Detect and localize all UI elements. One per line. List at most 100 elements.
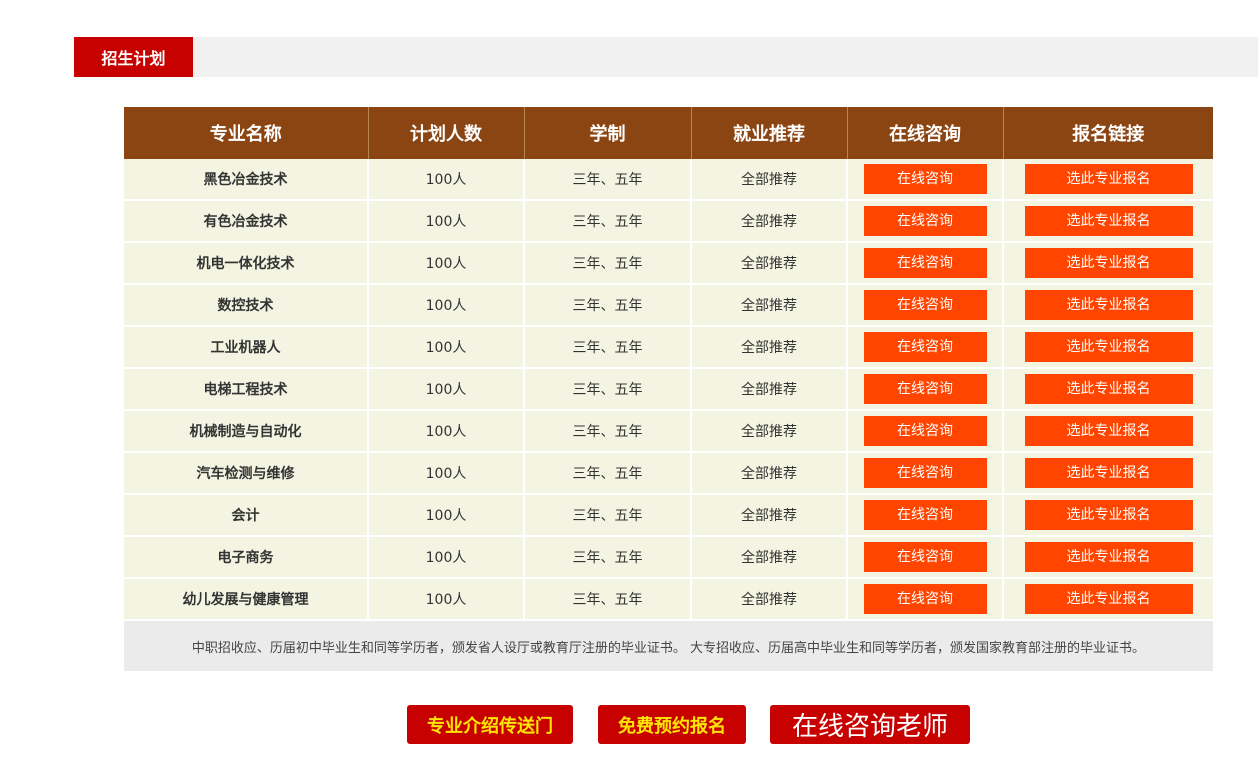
header-consult: 在线咨询 <box>847 107 1004 159</box>
cell-signup: 选此专业报名 <box>1003 494 1213 537</box>
header-employment: 就业推荐 <box>691 107 848 159</box>
consult-button[interactable]: 在线咨询 <box>863 374 987 404</box>
cell-consult: 在线咨询 <box>847 410 1004 453</box>
consult-button[interactable]: 在线咨询 <box>863 206 987 236</box>
cell-planned-count: 100人 <box>368 242 525 285</box>
signup-button[interactable]: 选此专业报名 <box>1024 374 1193 404</box>
consult-button[interactable]: 在线咨询 <box>863 332 987 362</box>
cell-consult: 在线咨询 <box>847 536 1004 579</box>
table-row: 幼儿发展与健康管理 100人 三年、五年 全部推荐 在线咨询 选此专业报名 <box>124 578 1213 621</box>
cell-planned-count: 100人 <box>368 494 525 537</box>
cell-employment: 全部推荐 <box>691 326 848 369</box>
cell-consult: 在线咨询 <box>847 284 1004 327</box>
cell-planned-count: 100人 <box>368 326 525 369</box>
section-header: 招生计划 <box>74 37 1258 77</box>
cell-major-name: 有色冶金技术 <box>124 200 369 243</box>
consult-button[interactable]: 在线咨询 <box>863 458 987 488</box>
header-major-name: 专业名称 <box>124 107 369 159</box>
cell-consult: 在线咨询 <box>847 200 1004 243</box>
header-duration: 学制 <box>524 107 692 159</box>
cell-duration: 三年、五年 <box>524 159 692 201</box>
cell-signup: 选此专业报名 <box>1003 368 1213 411</box>
signup-button[interactable]: 选此专业报名 <box>1024 542 1193 572</box>
cell-major-name: 黑色冶金技术 <box>124 159 369 201</box>
signup-button[interactable]: 选此专业报名 <box>1024 458 1193 488</box>
cell-planned-count: 100人 <box>368 284 525 327</box>
certificate-note: 中职招收应、历届初中毕业生和同等学历者，颁发省人设厅或教育厅注册的毕业证书。 大… <box>124 621 1213 671</box>
cell-signup: 选此专业报名 <box>1003 578 1213 621</box>
cell-employment: 全部推荐 <box>691 410 848 453</box>
table-header-row: 专业名称 计划人数 学制 就业推荐 在线咨询 报名链接 <box>124 107 1213 159</box>
consult-teacher-button[interactable]: 在线咨询老师 <box>770 705 970 744</box>
signup-button[interactable]: 选此专业报名 <box>1024 416 1193 446</box>
cell-signup: 选此专业报名 <box>1003 536 1213 579</box>
cell-major-name: 电梯工程技术 <box>124 368 369 411</box>
table-row: 会计 100人 三年、五年 全部推荐 在线咨询 选此专业报名 <box>124 494 1213 537</box>
cell-employment: 全部推荐 <box>691 242 848 285</box>
header-planned-count: 计划人数 <box>368 107 525 159</box>
cell-planned-count: 100人 <box>368 410 525 453</box>
consult-button[interactable]: 在线咨询 <box>863 500 987 530</box>
cell-signup: 选此专业报名 <box>1003 452 1213 495</box>
signup-button[interactable]: 选此专业报名 <box>1024 290 1193 320</box>
cell-duration: 三年、五年 <box>524 200 692 243</box>
cell-major-name: 机电一体化技术 <box>124 242 369 285</box>
cell-duration: 三年、五年 <box>524 536 692 579</box>
cell-signup: 选此专业报名 <box>1003 242 1213 285</box>
table-row: 电梯工程技术 100人 三年、五年 全部推荐 在线咨询 选此专业报名 <box>124 368 1213 411</box>
cell-planned-count: 100人 <box>368 200 525 243</box>
cell-employment: 全部推荐 <box>691 368 848 411</box>
cell-signup: 选此专业报名 <box>1003 200 1213 243</box>
section-tab-enrollment-plan: 招生计划 <box>74 37 193 77</box>
cell-consult: 在线咨询 <box>847 578 1004 621</box>
consult-button[interactable]: 在线咨询 <box>863 584 987 614</box>
table-row: 机电一体化技术 100人 三年、五年 全部推荐 在线咨询 选此专业报名 <box>124 242 1213 285</box>
table-row: 黑色冶金技术 100人 三年、五年 全部推荐 在线咨询 选此专业报名 <box>124 159 1213 201</box>
cell-major-name: 数控技术 <box>124 284 369 327</box>
cell-employment: 全部推荐 <box>691 159 848 201</box>
cell-signup: 选此专业报名 <box>1003 159 1213 201</box>
consult-button[interactable]: 在线咨询 <box>863 290 987 320</box>
consult-button[interactable]: 在线咨询 <box>863 416 987 446</box>
cell-major-name: 工业机器人 <box>124 326 369 369</box>
signup-button[interactable]: 选此专业报名 <box>1024 206 1193 236</box>
consult-button[interactable]: 在线咨询 <box>863 542 987 572</box>
cell-consult: 在线咨询 <box>847 159 1004 201</box>
cell-duration: 三年、五年 <box>524 284 692 327</box>
cell-employment: 全部推荐 <box>691 284 848 327</box>
cell-planned-count: 100人 <box>368 536 525 579</box>
cell-planned-count: 100人 <box>368 368 525 411</box>
cell-planned-count: 100人 <box>368 578 525 621</box>
cell-major-name: 会计 <box>124 494 369 537</box>
cell-duration: 三年、五年 <box>524 494 692 537</box>
cell-duration: 三年、五年 <box>524 578 692 621</box>
cell-duration: 三年、五年 <box>524 410 692 453</box>
header-signup-link: 报名链接 <box>1003 107 1213 159</box>
free-reserve-button[interactable]: 免费预约报名 <box>598 705 746 744</box>
cell-major-name: 机械制造与自动化 <box>124 410 369 453</box>
table-row: 有色冶金技术 100人 三年、五年 全部推荐 在线咨询 选此专业报名 <box>124 200 1213 243</box>
cell-duration: 三年、五年 <box>524 368 692 411</box>
enrollment-table-container: 专业名称 计划人数 学制 就业推荐 在线咨询 报名链接 黑色冶金技术 100人 三年… <box>124 107 1213 671</box>
signup-button[interactable]: 选此专业报名 <box>1024 164 1193 194</box>
signup-button[interactable]: 选此专业报名 <box>1024 584 1193 614</box>
signup-button[interactable]: 选此专业报名 <box>1024 332 1193 362</box>
cell-duration: 三年、五年 <box>524 452 692 495</box>
cell-consult: 在线咨询 <box>847 368 1004 411</box>
table-row: 汽车检测与维修 100人 三年、五年 全部推荐 在线咨询 选此专业报名 <box>124 452 1213 495</box>
cell-employment: 全部推荐 <box>691 536 848 579</box>
signup-button[interactable]: 选此专业报名 <box>1024 500 1193 530</box>
cell-major-name: 汽车检测与维修 <box>124 452 369 495</box>
major-intro-button[interactable]: 专业介绍传送门 <box>407 705 573 744</box>
cell-consult: 在线咨询 <box>847 452 1004 495</box>
cell-major-name: 电子商务 <box>124 536 369 579</box>
consult-button[interactable]: 在线咨询 <box>863 248 987 278</box>
table-row: 工业机器人 100人 三年、五年 全部推荐 在线咨询 选此专业报名 <box>124 326 1213 369</box>
cell-employment: 全部推荐 <box>691 452 848 495</box>
cell-consult: 在线咨询 <box>847 326 1004 369</box>
table-row: 数控技术 100人 三年、五年 全部推荐 在线咨询 选此专业报名 <box>124 284 1213 327</box>
signup-button[interactable]: 选此专业报名 <box>1024 248 1193 278</box>
cell-employment: 全部推荐 <box>691 578 848 621</box>
table-row: 电子商务 100人 三年、五年 全部推荐 在线咨询 选此专业报名 <box>124 536 1213 579</box>
consult-button[interactable]: 在线咨询 <box>863 164 987 194</box>
